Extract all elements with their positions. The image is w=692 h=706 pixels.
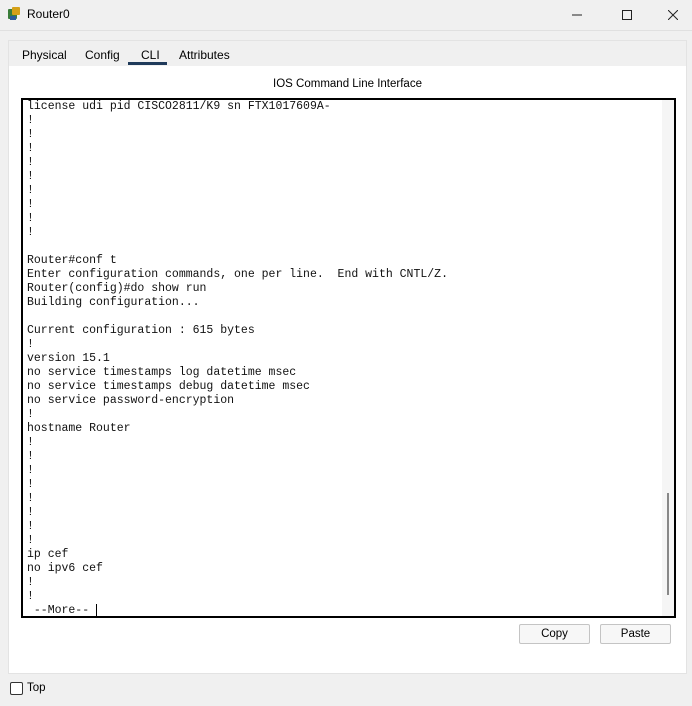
terminal-line: version 15.1 <box>27 352 110 365</box>
terminal-line: ! <box>27 114 34 127</box>
terminal-line: ! <box>27 492 34 505</box>
terminal-line: ! <box>27 520 34 533</box>
terminal-line: license udi pid CISCO2811/K9 sn FTX10176… <box>27 100 331 113</box>
terminal-line: ! <box>27 198 34 211</box>
terminal-line: ! <box>27 590 34 603</box>
tab-attributes[interactable]: Attributes <box>179 48 230 62</box>
terminal-line: hostname Router <box>27 422 131 435</box>
router-app-icon <box>8 7 20 20</box>
maximize-button[interactable] <box>604 0 650 30</box>
terminal-line: Enter configuration commands, one per li… <box>27 268 448 281</box>
terminal-line: ! <box>27 170 34 183</box>
scrollbar-thumb[interactable] <box>667 493 669 595</box>
terminal-line: Building configuration... <box>27 296 200 309</box>
tab-config[interactable]: Config <box>85 48 120 62</box>
tab-cli[interactable]: CLI <box>141 48 160 62</box>
copy-button[interactable]: Copy <box>519 624 590 644</box>
terminal-line: no service password-encryption <box>27 394 235 407</box>
terminal-line: no service timestamps log datetime msec <box>27 366 297 379</box>
more-prompt: --More-- <box>27 604 90 618</box>
top-checkbox[interactable] <box>10 682 23 695</box>
terminal-line: ! <box>27 506 34 519</box>
terminal-line: ! <box>27 450 34 463</box>
terminal-line: Router#conf t <box>27 254 117 267</box>
terminal-line: Router(config)#do show run <box>27 282 207 295</box>
terminal-line: Current configuration : 615 bytes <box>27 324 255 337</box>
terminal-scrollbar[interactable] <box>662 100 674 616</box>
more-prompt-line: --More-- <box>27 604 448 618</box>
terminal-line: ! <box>27 576 34 589</box>
terminal-line: ! <box>27 156 34 169</box>
window-title: Router0 <box>27 7 70 21</box>
cli-heading: IOS Command Line Interface <box>273 78 422 90</box>
cli-terminal[interactable]: license udi pid CISCO2811/K9 sn FTX10176… <box>21 98 676 618</box>
terminal-line: ! <box>27 128 34 141</box>
text-cursor <box>96 604 98 616</box>
active-tab-indicator <box>128 62 167 65</box>
terminal-line: ! <box>27 142 34 155</box>
terminal-output: license udi pid CISCO2811/K9 sn FTX10176… <box>27 100 448 618</box>
tab-strip: Physical Config CLI Attributes <box>9 41 686 66</box>
top-checkbox-label: Top <box>27 682 46 694</box>
tab-physical[interactable]: Physical <box>22 48 67 62</box>
terminal-line: ! <box>27 338 34 351</box>
terminal-line: ! <box>27 212 34 225</box>
minimize-button[interactable] <box>554 0 600 30</box>
terminal-line: ! <box>27 534 34 547</box>
terminal-line: ip cef <box>27 548 69 561</box>
title-bar: Router0 <box>0 0 692 31</box>
close-button[interactable] <box>650 0 692 30</box>
terminal-line: ! <box>27 408 34 421</box>
paste-button[interactable]: Paste <box>600 624 671 644</box>
maximize-icon <box>622 10 632 20</box>
close-icon <box>668 10 678 20</box>
terminal-line: ! <box>27 436 34 449</box>
device-panel: Physical Config CLI Attributes IOS Comma… <box>8 40 687 674</box>
terminal-line: ! <box>27 184 34 197</box>
terminal-line: ! <box>27 464 34 477</box>
terminal-line: no service timestamps debug datetime mse… <box>27 380 310 393</box>
terminal-line: no ipv6 cef <box>27 562 103 575</box>
terminal-line: ! <box>27 478 34 491</box>
minimize-icon <box>572 14 582 16</box>
terminal-line: ! <box>27 226 34 239</box>
